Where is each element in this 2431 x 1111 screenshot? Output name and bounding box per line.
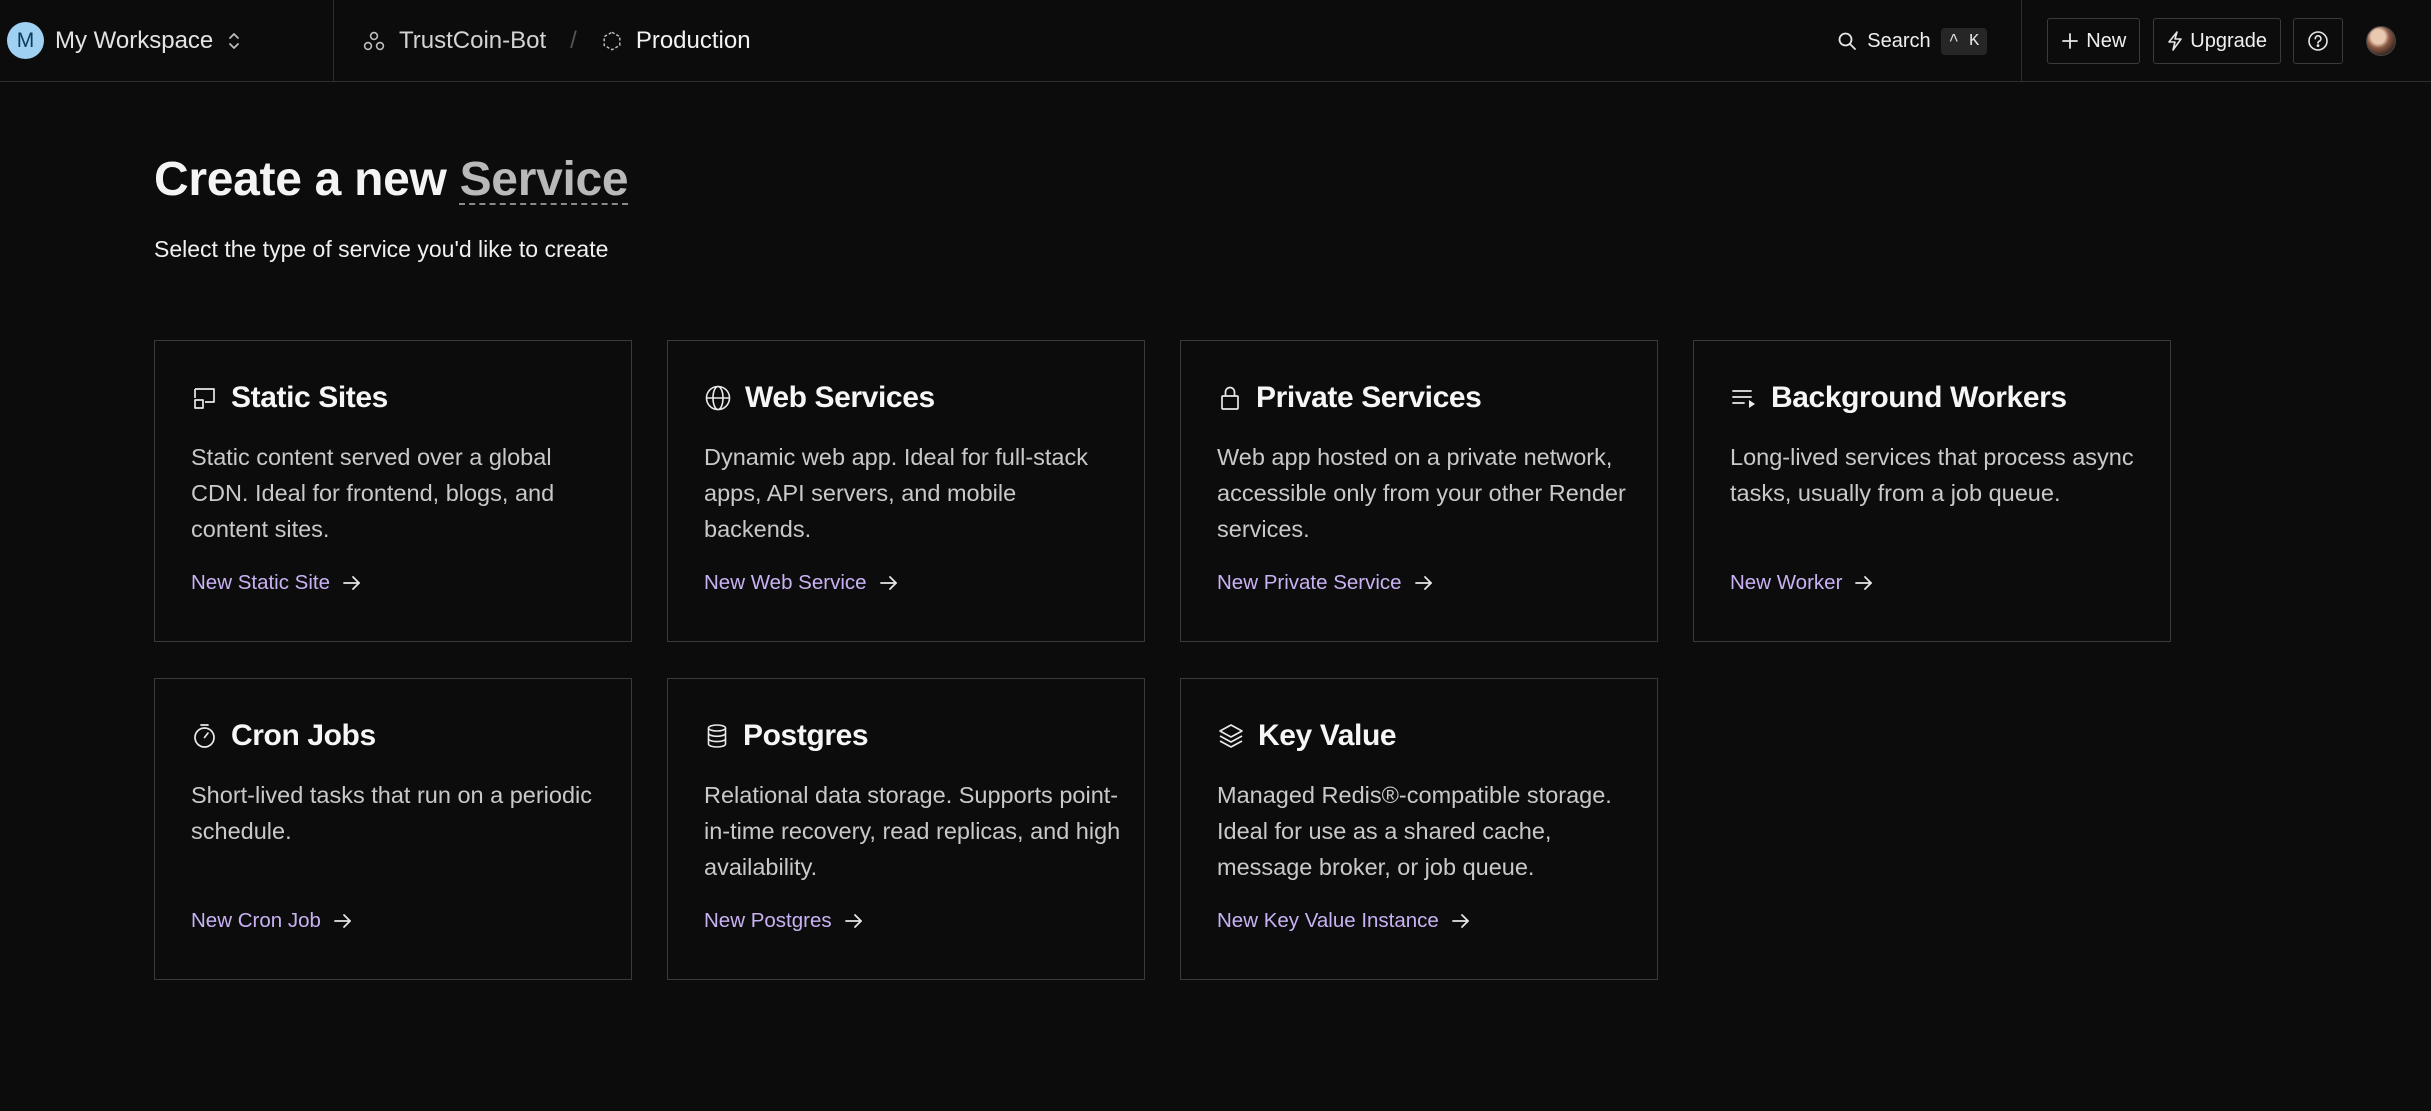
page-subtitle: Select the type of service you'd like to… <box>154 236 609 262</box>
card-description: Managed Redis®-compatible storage. Ideal… <box>1217 782 1612 880</box>
page-title: Create a new Service <box>154 152 629 207</box>
environment-name: Production <box>635 26 751 54</box>
card-title: Key Value <box>1217 719 1397 753</box>
arrow-right-icon <box>342 574 362 592</box>
workspace-switcher[interactable]: M My Workspace <box>0 0 334 82</box>
user-avatar[interactable] <box>2366 26 2396 56</box>
card-private-services[interactable]: Private Services Web app hosted on a pri… <box>1180 340 1658 642</box>
top-bar: M My Workspace TrustCoin-Bot / Productio… <box>0 0 2431 82</box>
card-description: Relational data storage. Supports point-… <box>704 782 1121 880</box>
card-description: Static content served over a global CDN.… <box>191 444 555 542</box>
card-title: Background Workers <box>1730 381 2067 415</box>
new-worker-link[interactable]: New Worker <box>1730 571 1874 595</box>
help-icon <box>2307 30 2329 52</box>
card-cron-jobs[interactable]: Cron Jobs Short-lived tasks that run on … <box>154 678 632 980</box>
card-link-text: New Postgres <box>704 909 832 932</box>
card-description: Short-lived tasks that run on a periodic… <box>191 782 593 844</box>
environment-icon <box>601 30 623 52</box>
new-button[interactable]: New <box>2047 18 2141 64</box>
search-shortcut: ^ K <box>1940 27 1988 55</box>
card-link-text: New Static Site <box>191 571 330 594</box>
new-private-service-link[interactable]: New Private Service <box>1217 571 1434 595</box>
breadcrumb-project[interactable]: TrustCoin-Bot <box>362 27 546 55</box>
lightning-icon <box>2167 31 2183 51</box>
card-description: Long-lived services that process async t… <box>1730 444 2134 506</box>
project-icon <box>362 29 386 53</box>
card-link-text: New Key Value Instance <box>1217 909 1439 932</box>
upgrade-button[interactable]: Upgrade <box>2153 18 2281 64</box>
card-title-text: Web Services <box>745 381 935 414</box>
lock-icon <box>1217 384 1243 412</box>
arrow-right-icon <box>844 912 864 930</box>
upgrade-label: Upgrade <box>2190 29 2267 52</box>
workspace-avatar: M <box>7 22 44 59</box>
globe-icon <box>704 384 732 412</box>
card-title-text: Private Services <box>1256 381 1482 414</box>
project-name: TrustCoin-Bot <box>399 26 547 54</box>
card-title-text: Background Workers <box>1771 381 2067 414</box>
arrow-right-icon <box>333 912 353 930</box>
database-icon <box>704 722 730 750</box>
static-site-icon <box>191 385 218 412</box>
top-actions: Search ^ K New Upgrade <box>1837 0 2431 82</box>
breadcrumb: TrustCoin-Bot / Production <box>334 0 751 82</box>
card-web-services[interactable]: Web Services Dynamic web app. Ideal for … <box>667 340 1145 642</box>
page-title-prefix: Create a new <box>154 153 447 206</box>
card-title-text: Postgres <box>743 719 869 752</box>
new-postgres-link[interactable]: New Postgres <box>704 909 864 933</box>
card-title-text: Static Sites <box>231 381 388 414</box>
card-link-text: New Worker <box>1730 571 1843 594</box>
new-key-value-link[interactable]: New Key Value Instance <box>1217 909 1471 933</box>
new-cron-job-link[interactable]: New Cron Job <box>191 909 353 933</box>
new-label: New <box>2086 29 2127 52</box>
breadcrumb-separator: / <box>570 26 577 54</box>
page-title-highlight: Service <box>459 153 629 206</box>
breadcrumb-environment[interactable]: Production <box>601 27 751 55</box>
search-label: Search <box>1867 29 1931 52</box>
card-link-text: New Web Service <box>704 571 867 594</box>
card-link-text: New Private Service <box>1217 571 1402 594</box>
arrow-right-icon <box>1414 574 1434 592</box>
card-static-sites[interactable]: Static Sites Static content served over … <box>154 340 632 642</box>
chevron-up-down-icon <box>227 30 241 52</box>
card-title: Postgres <box>704 719 869 753</box>
card-title-text: Cron Jobs <box>231 719 376 752</box>
queue-icon <box>1730 385 1758 411</box>
arrow-right-icon <box>879 574 899 592</box>
timer-icon <box>191 722 218 750</box>
new-web-service-link[interactable]: New Web Service <box>704 571 899 595</box>
card-description: Dynamic web app. Ideal for full-stack ap… <box>704 444 1088 542</box>
card-title-text: Key Value <box>1258 719 1397 752</box>
help-button[interactable] <box>2293 18 2343 64</box>
plus-icon <box>2061 32 2079 50</box>
card-background-workers[interactable]: Background Workers Long-lived services t… <box>1693 340 2171 642</box>
search-button[interactable]: Search ^ K <box>1837 0 2023 82</box>
card-title: Private Services <box>1217 381 1482 415</box>
card-postgres[interactable]: Postgres Relational data storage. Suppor… <box>667 678 1145 980</box>
card-title: Cron Jobs <box>191 719 376 753</box>
card-title: Web Services <box>704 381 935 415</box>
layers-icon <box>1217 722 1245 750</box>
card-description: Web app hosted on a private network, acc… <box>1217 444 1626 542</box>
card-link-text: New Cron Job <box>191 909 321 932</box>
workspace-name: My Workspace <box>55 26 214 54</box>
arrow-right-icon <box>1854 574 1874 592</box>
card-title: Static Sites <box>191 381 388 415</box>
search-icon <box>1837 31 1857 51</box>
arrow-right-icon <box>1451 912 1471 930</box>
card-key-value[interactable]: Key Value Managed Redis®-compatible stor… <box>1180 678 1658 980</box>
new-static-site-link[interactable]: New Static Site <box>191 571 362 595</box>
